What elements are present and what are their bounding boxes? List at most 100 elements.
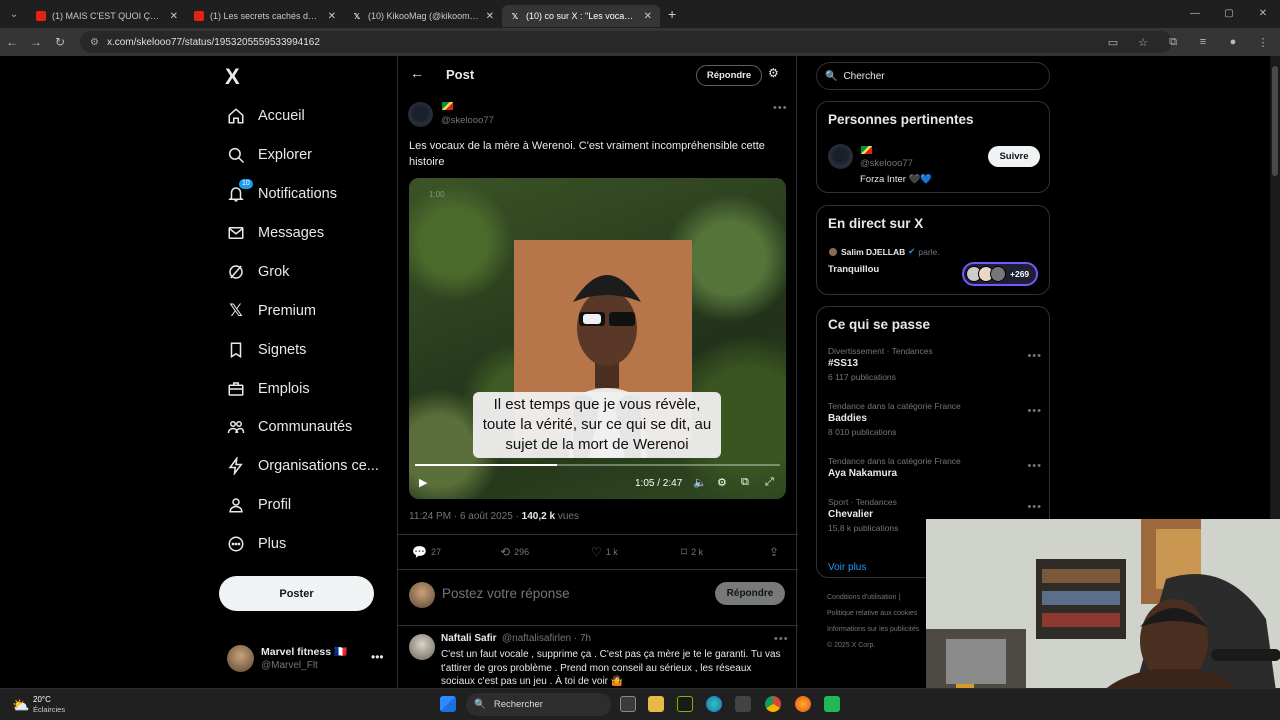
bookmark-action[interactable]: ⌑ 2 k (681, 545, 703, 559)
more-icon[interactable]: ••• (773, 102, 788, 114)
weather-widget[interactable]: ⛅ 20°C Éclaircies (12, 693, 82, 717)
bookmark-icon: ⌑ (681, 545, 688, 559)
tab-list-icon[interactable]: ≡ (1190, 36, 1216, 48)
share-action[interactable]: ⇪ (769, 545, 779, 559)
nav-item-explorer[interactable]: Explorer (227, 140, 312, 170)
bookmark-count: 2 k (691, 547, 704, 557)
browser-tab-4[interactable]: 𝕏 (10) co sur X : "Les vocaux de la ✕ (502, 5, 660, 27)
nav-item-communautes[interactable]: Communautés (227, 412, 352, 442)
more-icon[interactable]: ••• (1027, 405, 1042, 417)
nav-item-emplois[interactable]: Emplois (227, 374, 310, 404)
weather-icon: ⛅ (12, 697, 30, 713)
close-icon[interactable]: ✕ (486, 11, 494, 22)
footer-link[interactable]: Informations sur les publicités (827, 622, 919, 638)
browser-tab-3[interactable]: 𝕏 (10) KikooMag (@kikoomag) / ✕ (344, 5, 502, 27)
fullscreen-icon[interactable]: ⤢ (765, 476, 774, 489)
more-icon[interactable]: ••• (1027, 501, 1042, 513)
reply-author-handle[interactable]: @naftalisafirlen · 7h (502, 633, 591, 644)
app-icon[interactable] (824, 696, 840, 712)
nav-item-messages[interactable]: Messages (227, 218, 324, 248)
trend-item[interactable]: Tendance dans la catégorie France Aya Na… (828, 456, 1042, 482)
task-view-icon[interactable] (620, 696, 636, 712)
nav-item-plus[interactable]: Plus (227, 529, 286, 559)
maximize-icon[interactable]: ▢ (1212, 0, 1246, 28)
reply-submit-button[interactable]: Répondre (715, 582, 785, 605)
more-icon[interactable]: ••• (1027, 350, 1042, 362)
close-window-icon[interactable]: ✕ (1246, 0, 1280, 28)
post-timestamp[interactable]: 11:24 PM · 6 août 2025 · (409, 511, 522, 522)
reply-action[interactable]: 💬 27 (412, 545, 441, 559)
windows-start-icon[interactable] (440, 696, 456, 712)
poster-button[interactable]: Poster (219, 576, 374, 611)
minimize-icon[interactable]: — (1178, 0, 1212, 28)
url-field[interactable]: ⚙ x.com/skelooo77/status/195320555953399… (80, 31, 1172, 53)
reply-input[interactable]: Postez votre réponse (442, 586, 570, 601)
relevant-handle[interactable]: @skelooo77 (860, 158, 913, 169)
play-icon[interactable]: ▶ (419, 476, 427, 489)
x-logo[interactable]: X (225, 64, 240, 90)
trend-item[interactable]: Divertissement · Tendances #SS13 6 117 p… (828, 346, 1042, 382)
settings-icon[interactable]: ⚙ (717, 476, 727, 489)
site-info-icon[interactable]: ⚙ (90, 37, 99, 48)
menu-icon[interactable]: ⋮ (1250, 36, 1276, 49)
avatar[interactable] (408, 102, 433, 127)
close-icon[interactable]: ✕ (644, 11, 652, 22)
close-icon[interactable]: ✕ (328, 11, 336, 22)
reply-item[interactable]: Naftali Safir @naftalisafirlen · 7h ••• … (398, 626, 798, 688)
file-explorer-icon[interactable] (648, 696, 664, 712)
nav-item-organisations[interactable]: Organisations ce... (227, 451, 379, 481)
pip-icon[interactable]: ⧉ (741, 476, 749, 489)
edge-icon[interactable] (706, 696, 722, 712)
repost-action[interactable]: ⟲ 296 (500, 545, 529, 559)
author-handle[interactable]: @skelooo77 (441, 115, 494, 126)
close-icon[interactable]: ✕ (170, 11, 178, 22)
scrollbar-thumb[interactable] (1272, 66, 1278, 176)
nav-item-accueil[interactable]: Accueil (227, 101, 305, 131)
extensions-icon[interactable]: ⧉ (1160, 36, 1186, 49)
reply-author-name[interactable]: Naftali Safir (441, 633, 497, 644)
footer-link[interactable]: Conditions d'utilisation | (827, 590, 919, 606)
search-input[interactable]: 🔍 Chercher (816, 62, 1050, 90)
trend-item[interactable]: Tendance dans la catégorie France Baddie… (828, 401, 1042, 437)
avatar[interactable] (828, 144, 853, 169)
browser-tab-1[interactable]: (1) MAIS C'EST QUOI ÇA ? LES ✕ (28, 5, 186, 27)
reload-icon[interactable]: ↻ (48, 35, 72, 49)
profile-icon[interactable]: ● (1220, 36, 1246, 48)
chrome-icon[interactable] (765, 696, 781, 712)
nav-item-premium[interactable]: 𝕏 Premium (227, 296, 316, 326)
back-icon[interactable]: ← (0, 35, 24, 49)
reply-header-button[interactable]: Répondre (696, 65, 762, 86)
more-icon[interactable]: ••• (371, 650, 384, 664)
home-icon (227, 107, 245, 125)
post-author[interactable]: @skelooo77 ••• (408, 102, 788, 130)
new-tab-icon[interactable]: + (668, 6, 676, 22)
footer-link[interactable]: Politique relative aux cookies (827, 606, 919, 622)
show-more-link[interactable]: Voir plus (828, 562, 866, 573)
nav-item-signets[interactable]: Signets (227, 335, 306, 365)
nvidia-icon[interactable] (677, 696, 693, 712)
account-switcher[interactable]: Marvel fitness 🇫🇷 @Marvel_Flt ••• (227, 644, 387, 676)
nav-item-profil[interactable]: Profil (227, 490, 291, 520)
live-card[interactable]: En direct sur X Salim DJELLAB ✔ parle. T… (816, 205, 1050, 295)
nav-item-notifications[interactable]: 10 Notifications (227, 179, 337, 209)
more-icon[interactable]: ••• (774, 633, 789, 645)
firefox-icon[interactable] (795, 696, 811, 712)
tab-search-icon[interactable]: ⌄ (0, 0, 28, 28)
sliders-icon[interactable]: ⚙ (768, 66, 779, 80)
nav-item-grok[interactable]: Grok (227, 257, 289, 287)
like-action[interactable]: ♡ 1 k (591, 545, 618, 559)
follow-button[interactable]: Suivre (988, 146, 1040, 167)
weather-condition: Éclaircies (33, 705, 66, 714)
video-player[interactable]: 1:00 Il est temps que je vous révèle, to… (409, 178, 786, 499)
store-icon[interactable] (735, 696, 751, 712)
more-icon[interactable]: ••• (1027, 460, 1042, 472)
browser-tab-2[interactable]: (1) Les secrets cachés du SEXTO ✕ (186, 5, 344, 27)
forward-icon[interactable]: → (24, 35, 48, 49)
volume-icon[interactable]: 🔈 (693, 476, 707, 489)
avatar[interactable] (409, 634, 435, 660)
video-progress-bar[interactable] (415, 464, 780, 466)
star-icon[interactable]: ☆ (1130, 36, 1156, 49)
cast-icon[interactable]: ▭ (1100, 36, 1126, 49)
taskbar-search[interactable]: 🔍 Rechercher (466, 693, 611, 716)
back-arrow-icon[interactable]: ← (410, 65, 424, 81)
